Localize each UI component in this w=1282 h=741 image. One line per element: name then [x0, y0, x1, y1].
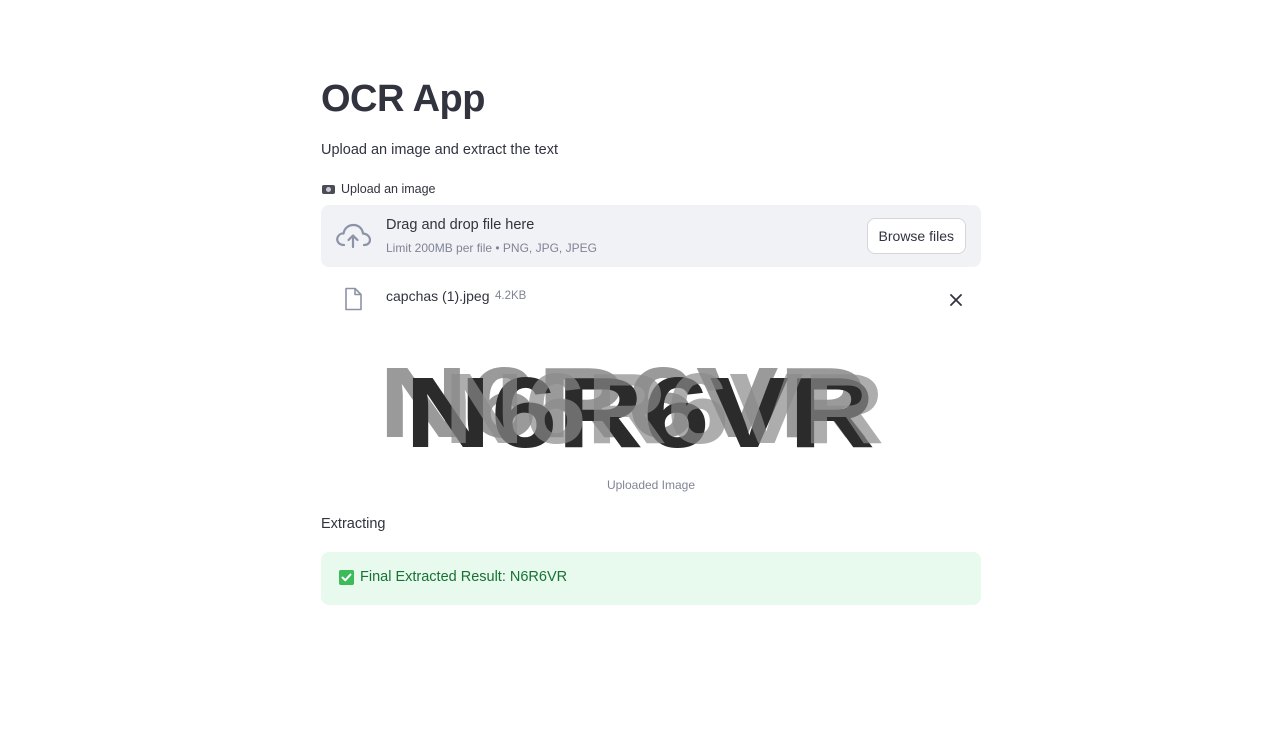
remove-file-button[interactable]: [946, 290, 966, 310]
captcha-text-overlay: N6R6VR: [444, 353, 884, 465]
camera-icon: [322, 184, 335, 194]
uploaded-captcha-image: N6R6VR N6R6VR N6R6VR: [364, 335, 914, 465]
success-alert: Final Extracted Result: N6R6VR: [321, 552, 981, 605]
file-icon: [345, 287, 362, 311]
success-message: Final Extracted Result: N6R6VR: [360, 569, 568, 585]
extracting-status: Extracting: [321, 516, 386, 532]
image-caption: Uploaded Image: [606, 478, 696, 492]
upload-label: Upload an image: [322, 182, 436, 196]
page-title: OCR App: [321, 78, 485, 120]
file-dropzone[interactable]: Drag and drop file here Limit 200MB per …: [321, 205, 981, 267]
browse-files-button[interactable]: Browse files: [866, 218, 966, 254]
page-subtitle: Upload an image and extract the text: [321, 142, 558, 158]
uploaded-file-row: capchas (1).jpeg 4.2KB: [321, 281, 981, 315]
dropzone-instructions: Drag and drop file here: [386, 217, 535, 233]
uploaded-file-name: capchas (1).jpeg: [386, 288, 490, 304]
upload-label-text: Upload an image: [341, 182, 436, 196]
check-icon: [339, 570, 354, 585]
close-icon: [950, 294, 962, 306]
uploaded-file-size: 4.2KB: [495, 290, 527, 302]
cloud-upload-icon: [336, 223, 371, 249]
dropzone-limit: Limit 200MB per file • PNG, JPG, JPEG: [386, 241, 597, 255]
